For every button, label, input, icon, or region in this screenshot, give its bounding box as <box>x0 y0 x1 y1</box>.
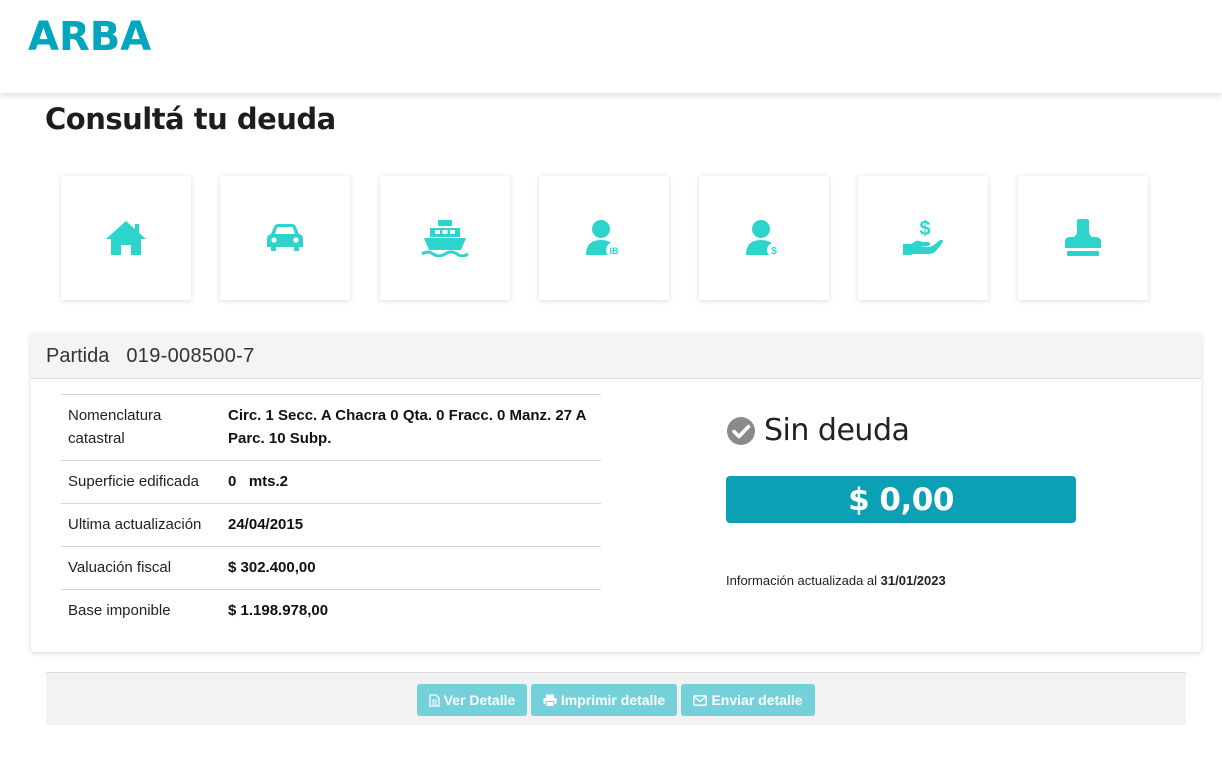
page-title: Consultá tu deuda <box>45 102 336 136</box>
partida-label: Partida <box>46 344 110 367</box>
tile-planes-de-pago[interactable]: $ <box>858 176 988 300</box>
check-circle-icon <box>727 416 755 445</box>
button-label: Ver Detalle <box>443 692 516 708</box>
card-header: Partida 019-008500-7 <box>31 334 1201 379</box>
row-value: $ 1.198.978,00 <box>221 589 601 632</box>
row-value: 0 mts.2 <box>221 460 601 504</box>
tile-ingresos-brutos[interactable]: IB <box>539 176 669 300</box>
property-info-table: Nomenclatura catastral Circ. 1 Secc. A C… <box>61 394 601 632</box>
boat-icon <box>421 220 469 257</box>
user-ib-icon: IB <box>586 220 622 257</box>
tile-sellos[interactable] <box>1018 176 1148 300</box>
button-label: Enviar detalle <box>711 692 803 708</box>
envelope-icon <box>693 694 708 706</box>
table-row: Ultima actualización 24/04/2015 <box>61 503 601 547</box>
tile-inmobiliario[interactable] <box>61 176 191 300</box>
partida-card: Partida 019-008500-7 Nomenclatura catast… <box>31 334 1201 652</box>
actions-bar: Ver Detalle Imprimir detalle Enviar deta… <box>46 672 1186 725</box>
user-dollar-badge-text: $ <box>771 246 777 257</box>
user-dollar-icon: $ <box>746 220 781 257</box>
ib-badge-text: IB <box>610 246 620 256</box>
top-header: ARBA <box>0 0 1222 93</box>
row-label: Nomenclatura catastral <box>61 394 221 461</box>
tile-embarcaciones[interactable] <box>380 176 510 300</box>
row-value: Circ. 1 Secc. A Chacra 0 Qta. 0 Fracc. 0… <box>221 394 601 461</box>
status-text: Sin deuda <box>764 413 910 448</box>
arba-logo[interactable]: ARBA <box>28 14 151 60</box>
row-label: Superficie edificada <box>61 460 221 504</box>
debt-status: Sin deuda <box>726 413 910 448</box>
hand-dollar-icon: $ <box>903 218 943 255</box>
debt-amount: $ 0,00 <box>726 476 1076 523</box>
update-prefix: Información actualizada al <box>726 573 878 588</box>
row-label: Ultima actualización <box>61 503 221 547</box>
car-icon <box>267 224 303 251</box>
table-row: Valuación fiscal $ 302.400,00 <box>61 546 601 590</box>
table-row: Superficie edificada 0 mts.2 <box>61 460 601 504</box>
update-info: Información actualizada al 31/01/2023 <box>726 573 946 588</box>
partida-value: 019-008500-7 <box>126 344 255 367</box>
row-label: Base imponible <box>61 589 221 632</box>
imprimir-detalle-button[interactable]: Imprimir detalle <box>531 684 677 716</box>
house-icon <box>106 221 146 255</box>
print-icon <box>543 694 557 707</box>
update-date: 31/01/2023 <box>880 573 946 588</box>
enviar-detalle-button[interactable]: Enviar detalle <box>681 684 815 716</box>
file-icon <box>429 693 440 707</box>
hand-dollar-badge-text: $ <box>919 218 930 240</box>
row-value: 24/04/2015 <box>221 503 601 547</box>
table-row: Nomenclatura catastral Circ. 1 Secc. A C… <box>61 394 601 461</box>
table-row: Base imponible $ 1.198.978,00 <box>61 589 601 632</box>
row-label: Valuación fiscal <box>61 546 221 590</box>
button-label: Imprimir detalle <box>560 692 666 708</box>
row-value: $ 302.400,00 <box>221 546 601 590</box>
tile-agentes[interactable]: $ <box>699 176 829 300</box>
tile-automotor[interactable] <box>220 176 350 300</box>
stamp-icon <box>1065 219 1101 256</box>
ver-detalle-button[interactable]: Ver Detalle <box>417 684 527 716</box>
